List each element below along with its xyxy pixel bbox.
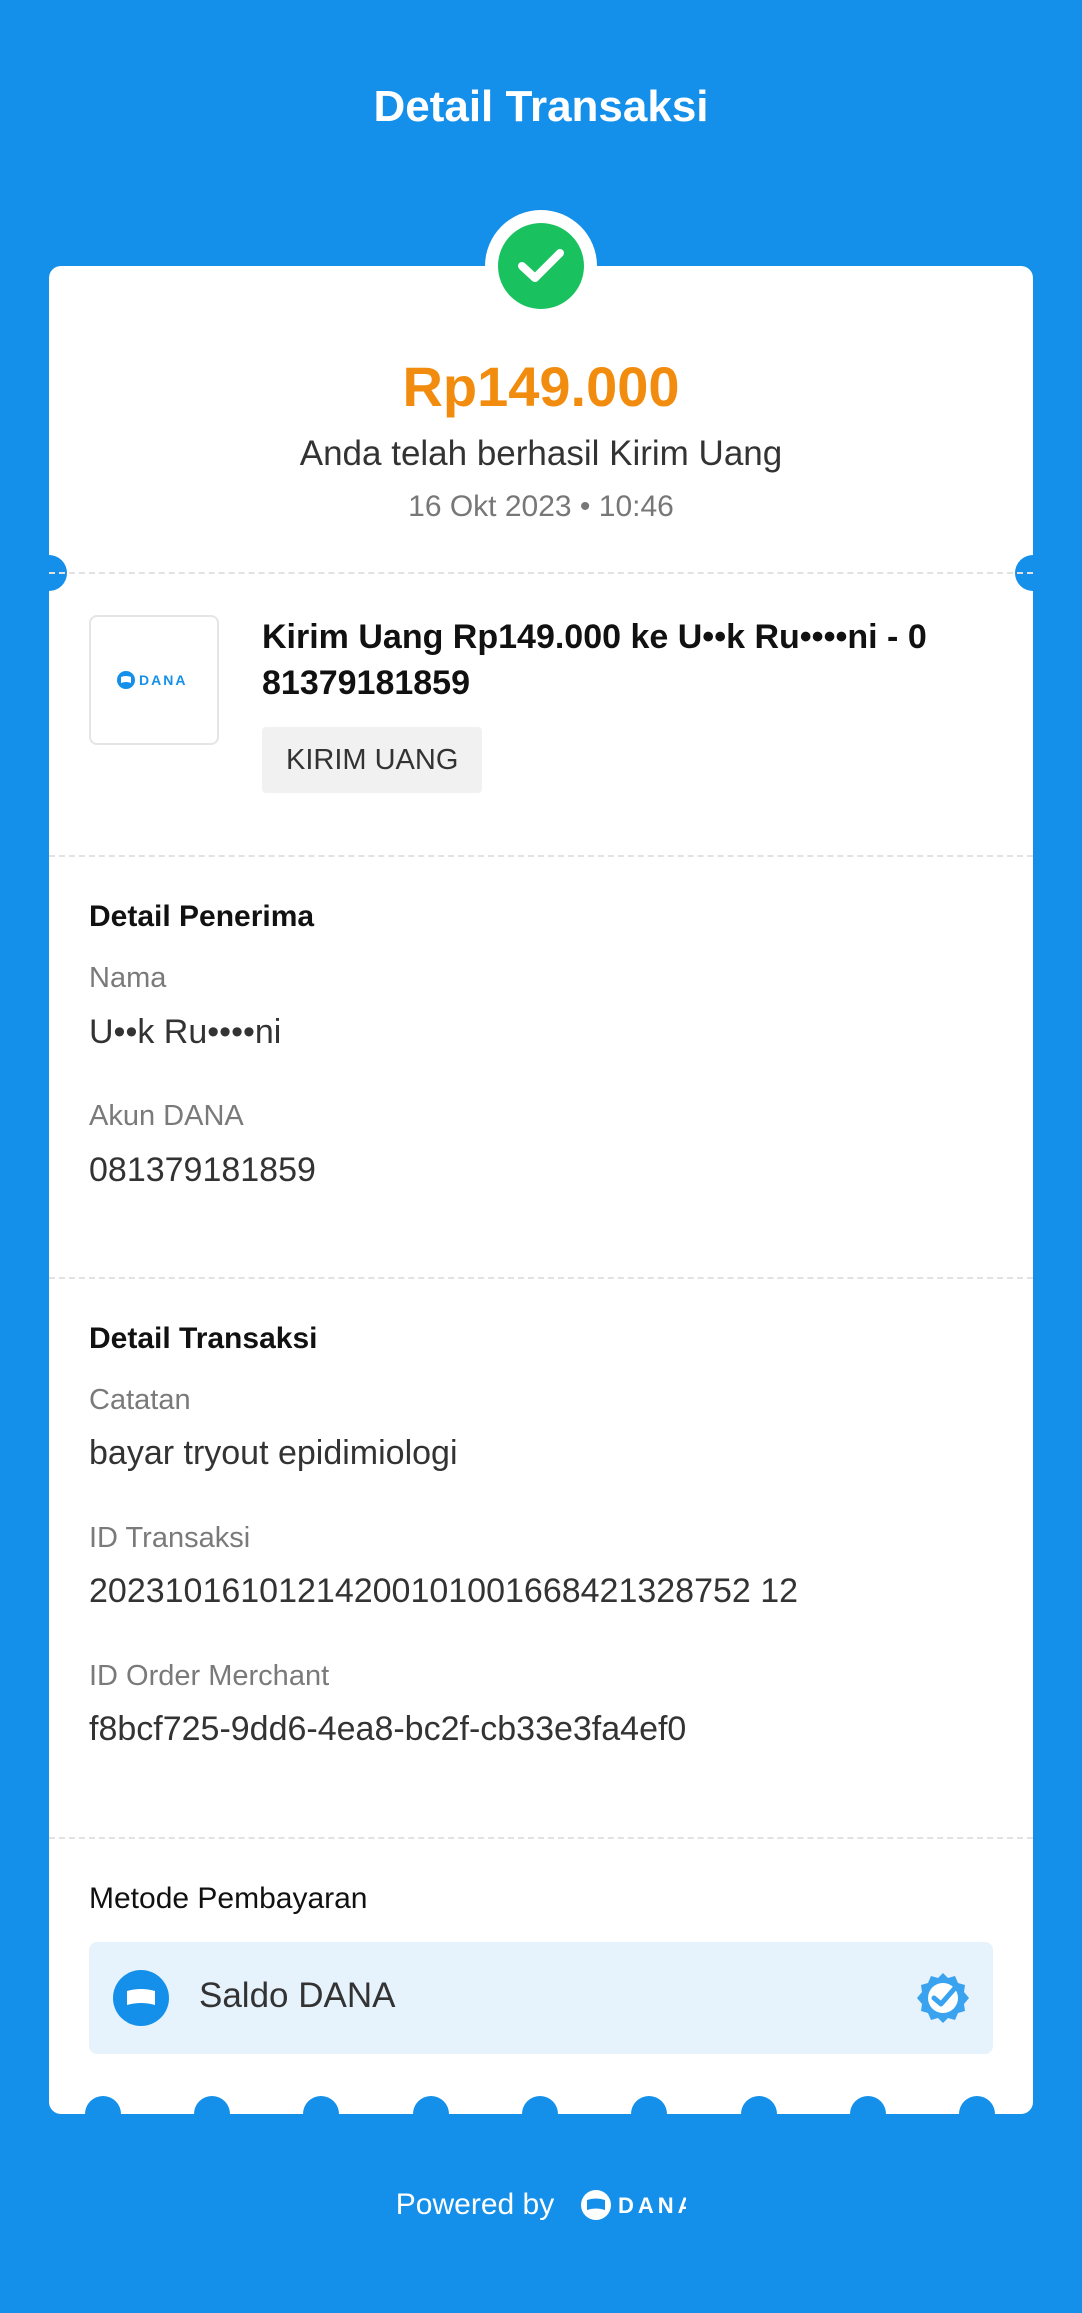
recipient-account-value: 081379181859 xyxy=(89,1151,316,1189)
ticket-notch xyxy=(631,2096,667,2132)
transaction-title: Kirim Uang Rp149.000 ke U••k Ru••••ni - … xyxy=(262,618,927,702)
dana-brand-logo-icon: DANA xyxy=(581,2190,686,2220)
page-title: Detail Transaksi xyxy=(373,82,709,131)
ticket-notch xyxy=(741,2096,777,2132)
merchant-logo: DANA xyxy=(89,615,219,745)
order-id-value: f8bcf725-9dd6-4ea8-bc2f-cb33e3fa4ef0 xyxy=(89,1710,687,1748)
transaction-amount: Rp149.000 xyxy=(402,355,680,418)
dana-logo-icon: DANA xyxy=(117,671,187,689)
transaction-type-badge: KIRIM UANG xyxy=(262,727,483,793)
success-badge xyxy=(485,210,597,322)
payment-method-option[interactable]: Saldo DANA xyxy=(89,1942,993,2054)
ticket-notch xyxy=(522,2096,558,2132)
ticket-notch xyxy=(413,2096,449,2132)
success-message: Anda telah berhasil Kirim Uang xyxy=(299,434,783,473)
divider xyxy=(49,572,1033,574)
recipient-section-title: Detail Penerima xyxy=(89,900,315,933)
payment-method-label: Saldo DANA xyxy=(199,1976,396,2015)
ticket-notch xyxy=(85,2096,121,2132)
ticket-notch xyxy=(303,2096,339,2132)
footer: Powered by DANA xyxy=(0,2188,1082,2222)
details-section-title: Detail Transaksi xyxy=(89,1322,318,1355)
ticket-notch xyxy=(959,2096,995,2132)
payment-method-title: Metode Pembayaran xyxy=(89,1882,368,1915)
ticket-notch xyxy=(850,2096,886,2132)
recipient-name-label: Nama xyxy=(89,962,167,994)
ticket-notch xyxy=(194,2096,230,2132)
check-circle-icon xyxy=(498,223,584,309)
powered-by-label: Powered by xyxy=(395,2188,555,2221)
divider xyxy=(49,1277,1033,1279)
recipient-account-label: Akun DANA xyxy=(89,1100,244,1132)
note-value: bayar tryout epidimiologi xyxy=(89,1434,458,1472)
note-label: Catatan xyxy=(89,1384,191,1416)
transaction-datetime: 16 Okt 2023 • 10:46 xyxy=(408,490,674,523)
svg-text:DANA: DANA xyxy=(618,2193,686,2218)
order-id-label: ID Order Merchant xyxy=(89,1660,330,1692)
recipient-name-value: U••k Ru••••ni xyxy=(89,1013,282,1051)
divider xyxy=(49,855,1033,857)
dana-wallet-icon xyxy=(113,1970,169,2026)
check-badge-icon xyxy=(917,1973,969,2023)
svg-text:DANA: DANA xyxy=(139,672,187,688)
transaction-id-value: 20231016101214200101001668421328752 12 xyxy=(89,1572,799,1610)
receipt-card: Rp149.000 Anda telah berhasil Kirim Uang… xyxy=(31,266,1051,2132)
transaction-id-label: ID Transaksi xyxy=(89,1522,251,1554)
divider xyxy=(49,1837,1033,1839)
